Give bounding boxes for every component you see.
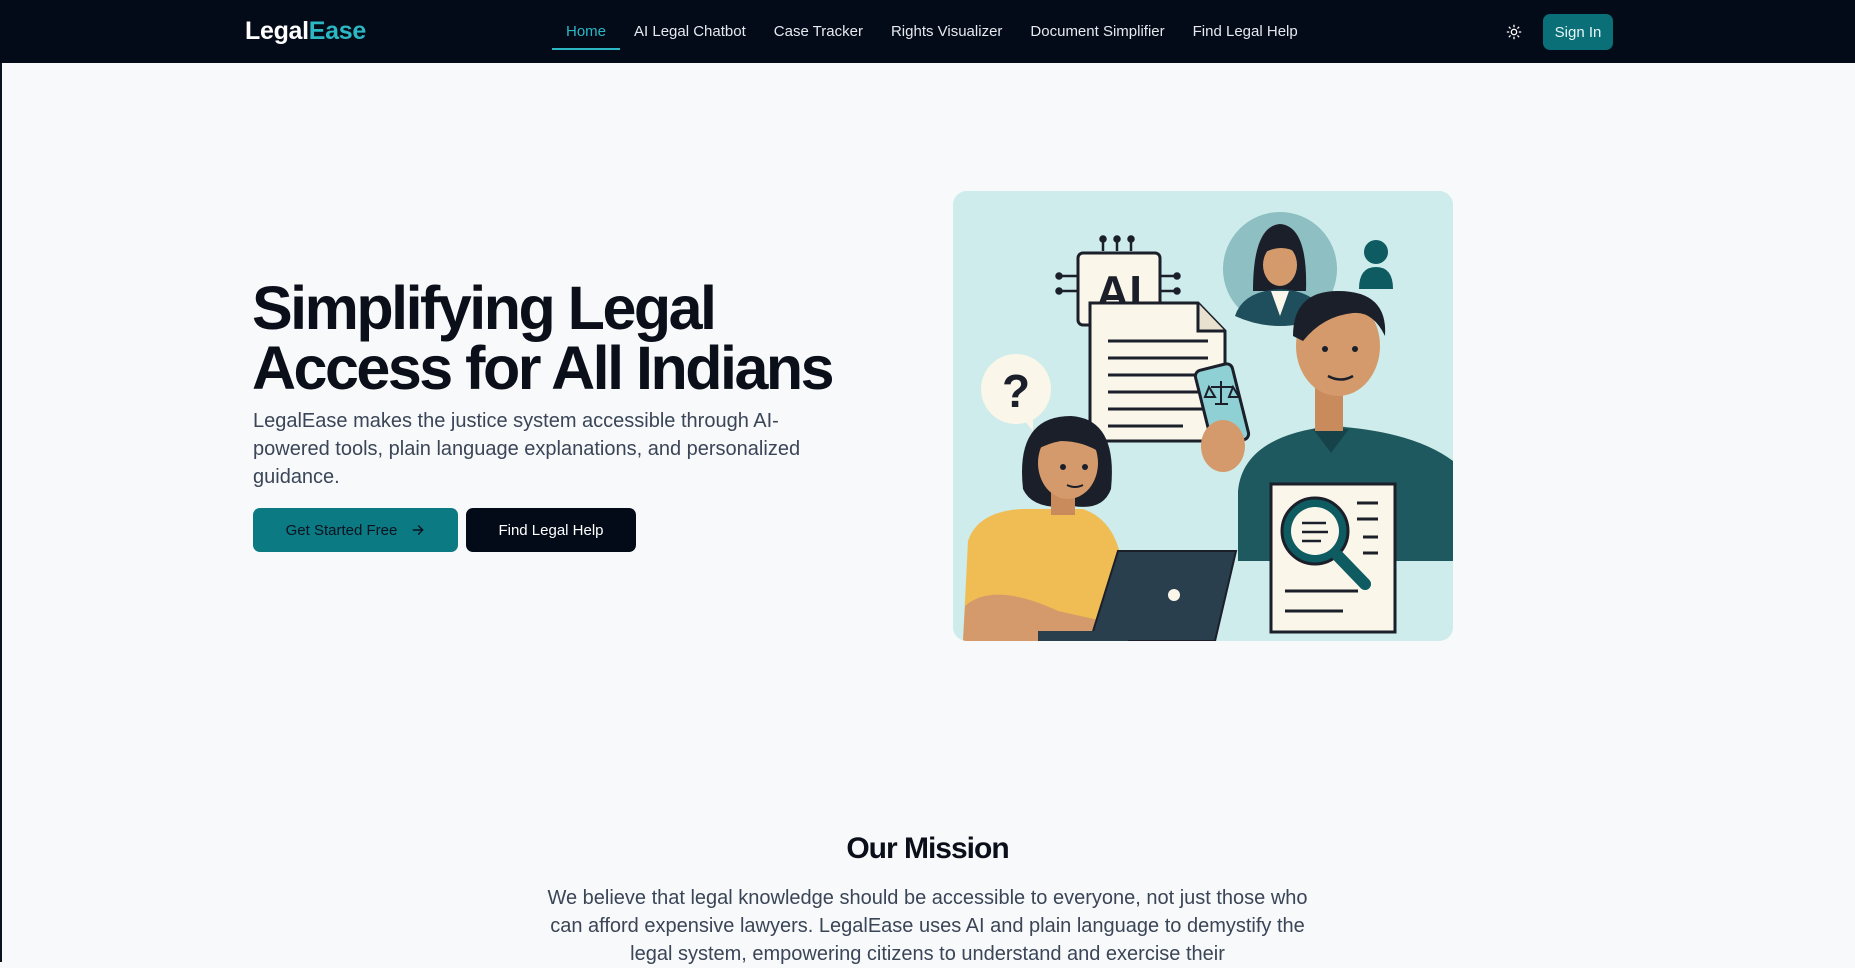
brand-logo[interactable]: LegalEase [245, 17, 366, 46]
mission-title: Our Mission [846, 832, 1009, 865]
hero-illustration-art: AI ? [953, 191, 1453, 641]
brand-name-accent: Ease [308, 17, 366, 45]
page-edge-divider [0, 63, 2, 962]
brand-name-main: Legal [245, 17, 309, 45]
nav-link-rights-visualizer[interactable]: Rights Visualizer [877, 0, 1016, 63]
hero-title: Simplifying Legal Access for All Indians [252, 274, 835, 402]
sign-in-button[interactable]: Sign In [1543, 14, 1613, 50]
theme-toggle-button[interactable] [1502, 20, 1526, 44]
mission-text: We believe that legal knowledge should b… [547, 887, 1308, 965]
get-started-button[interactable]: Get Started Free [253, 508, 458, 552]
nav-link-ai-legal-chatbot[interactable]: AI Legal Chatbot [620, 0, 760, 63]
nav-link-case-tracker[interactable]: Case Tracker [760, 0, 877, 63]
nav-link-document-simplifier[interactable]: Document Simplifier [1016, 0, 1178, 63]
sun-icon [1506, 24, 1522, 40]
arrow-right-icon [412, 525, 424, 535]
hero-subtitle: LegalEase makes the justice system acces… [253, 410, 801, 488]
hero-illustration: AI ? [953, 191, 1453, 641]
question-mark: ? [1002, 365, 1030, 417]
nav-links: Home AI Legal Chatbot Case Tracker Right… [552, 0, 1312, 63]
nav-link-home[interactable]: Home [552, 0, 621, 63]
get-started-label: Get Started Free [285, 521, 398, 539]
magnifier-document-icon [1269, 482, 1397, 634]
top-navbar: LegalEase Home AI Legal Chatbot Case Tra… [0, 0, 1855, 63]
find-legal-help-button[interactable]: Find Legal Help [466, 508, 636, 552]
nav-link-find-legal-help[interactable]: Find Legal Help [1179, 0, 1312, 63]
